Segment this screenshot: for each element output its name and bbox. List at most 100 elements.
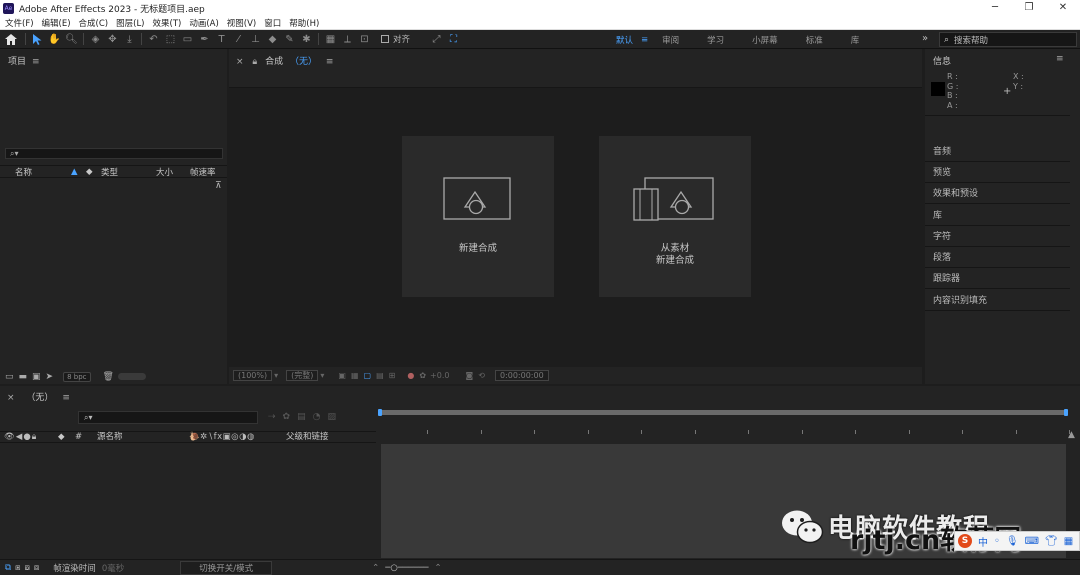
workspace-learn[interactable]: 学习	[707, 34, 724, 46]
view-axis-icon[interactable]: ⊡	[356, 31, 373, 48]
menu-window[interactable]: 窗口	[264, 17, 281, 29]
region-of-interest-icon[interactable]: ▤	[376, 371, 384, 380]
zoom-in-icon[interactable]: ⌃	[434, 563, 441, 573]
menu-edit[interactable]: 编辑(E)	[42, 17, 71, 29]
render-time-icon[interactable]: ⧈	[34, 563, 39, 573]
exposure-value[interactable]: +0.0	[430, 371, 449, 380]
panel-menu-icon[interactable]: ≡	[1056, 54, 1064, 64]
grid-guides-icon[interactable]: ⊞	[389, 371, 396, 380]
menu-file[interactable]: 文件(F)	[5, 17, 34, 29]
menu-effect[interactable]: 效果(T)	[153, 17, 182, 29]
menu-view[interactable]: 视图(V)	[227, 17, 256, 29]
timeline-tab[interactable]: × （无） ≡	[7, 390, 70, 403]
project-search-input[interactable]: ⌕▾	[5, 148, 223, 159]
fast-preview-icon[interactable]: ▣	[338, 371, 346, 380]
exposure-reset-icon[interactable]: ✿	[419, 371, 426, 380]
workspace-standard[interactable]: 标准	[806, 34, 823, 46]
eraser-tool-icon[interactable]: ◆	[264, 31, 281, 48]
col-fps[interactable]: 帧速率	[190, 166, 216, 178]
panel-menu-icon[interactable]: ≡	[326, 57, 334, 67]
zoom-tool-icon[interactable]: 🔍︎	[63, 31, 80, 48]
workspace-review[interactable]: 审阅	[662, 34, 679, 46]
panel-libraries[interactable]: 库	[925, 206, 1070, 226]
skin-icon[interactable]: 👕︎	[1045, 536, 1058, 547]
timeline-search-input[interactable]: ⌕▾	[78, 411, 258, 424]
col-type[interactable]: 类型	[101, 166, 118, 178]
pan-behind-tool-icon[interactable]: ⬚	[162, 31, 179, 48]
resolution-dropdown[interactable]: (完整)	[286, 370, 319, 381]
project-scrollbar[interactable]	[117, 373, 146, 380]
more-workspaces-icon[interactable]: »	[922, 33, 928, 44]
camera-icon[interactable]: ◙	[465, 371, 473, 380]
rotation-tool-icon[interactable]: ↶	[145, 31, 162, 48]
ime-menu-icon[interactable]: ▦	[1064, 536, 1073, 547]
workspace-menu-icon[interactable]: ≡	[641, 35, 648, 45]
snap-icon[interactable]: ⤢	[428, 31, 445, 48]
workspace-small-screen[interactable]: 小屏幕	[752, 34, 778, 46]
workspace-default[interactable]: 默认	[616, 34, 633, 46]
local-axis-icon[interactable]: ▦	[322, 31, 339, 48]
panel-character[interactable]: 字符	[925, 227, 1070, 247]
sogou-ime-icon[interactable]: S	[958, 534, 972, 548]
close-tab-icon[interactable]: ×	[7, 393, 15, 403]
work-area-end-handle[interactable]	[1064, 409, 1068, 416]
layer-switches-toggle-icon[interactable]: ⧉	[5, 563, 11, 573]
new-composition-icon[interactable]: ▣	[32, 372, 41, 382]
new-comp-from-footage-card[interactable]: 从素材 新建合成	[599, 136, 751, 297]
av-switches-icons[interactable]: 👁︎◀︎●🔒︎	[4, 432, 37, 443]
col-source-name[interactable]: 源名称	[97, 432, 123, 443]
panel-menu-icon[interactable]: ≡	[32, 57, 40, 67]
rectangle-tool-icon[interactable]: ▭	[179, 31, 196, 48]
layer-switches-icons[interactable]: 🐌✲∖fx▣◎◑◍	[189, 432, 255, 443]
in-out-icon[interactable]: ⧇	[24, 563, 29, 573]
close-icon[interactable]: ✕	[1046, 0, 1080, 16]
ime-language-toggle[interactable]: 中	[978, 534, 988, 549]
brush-tool-icon[interactable]: ⁄	[230, 31, 247, 48]
workspace-libraries[interactable]: 库	[851, 34, 860, 46]
label-tag-icon[interactable]: ◆	[86, 167, 93, 177]
roto-brush-tool-icon[interactable]: ✎	[281, 31, 298, 48]
panel-content-aware-fill[interactable]: 内容识别填充	[925, 291, 1070, 311]
magnification-dropdown[interactable]: (100%)	[233, 370, 273, 381]
sort-ascending-icon[interactable]: ▲	[71, 167, 78, 177]
project-bpc[interactable]: 8 bpc	[63, 371, 91, 382]
lock-icon[interactable]: 🔒︎	[252, 57, 257, 67]
color-channels-icon[interactable]: ●	[407, 371, 414, 380]
close-tab-icon[interactable]: ×	[236, 57, 244, 67]
panel-effects-presets[interactable]: 效果和预设	[925, 184, 1070, 204]
hand-tool-icon[interactable]: ✋	[46, 31, 63, 48]
type-tool-icon[interactable]: T	[213, 31, 230, 48]
panel-audio[interactable]: 音频	[925, 142, 1070, 162]
timeline-zoom-slider[interactable]: ─○──────	[385, 563, 428, 573]
delete-icon[interactable]: 🗑︎	[103, 372, 114, 382]
snapshot-icon[interactable]: ⟲	[478, 371, 485, 380]
minimize-icon[interactable]: ─	[978, 0, 1012, 16]
col-size[interactable]: 大小	[156, 166, 173, 178]
timeline-switch-icons[interactable]: ⇢✿▤◔▨	[268, 412, 343, 422]
align-checkbox[interactable]: 对齐	[381, 33, 410, 45]
puppet-tool-icon[interactable]: ✱	[298, 31, 315, 48]
panel-paragraph[interactable]: 段落	[925, 248, 1070, 268]
interpret-footage-icon[interactable]: ▭	[5, 372, 14, 382]
work-area-bar[interactable]	[378, 409, 1068, 416]
work-area-start-handle[interactable]	[378, 409, 382, 416]
col-name[interactable]: 名称	[15, 166, 32, 178]
restore-icon[interactable]: ❐	[1012, 0, 1046, 16]
new-composition-card[interactable]: 新建合成	[402, 136, 554, 297]
snapping-toggle-icon[interactable]: ⛶	[445, 31, 462, 48]
current-time-display[interactable]: 0:00:00:00	[494, 370, 549, 381]
panel-tracker[interactable]: 跟踪器	[925, 269, 1070, 289]
selection-tool-icon[interactable]	[29, 31, 46, 48]
col-parent-link[interactable]: 父级和链接	[286, 432, 329, 443]
flowchart-icon[interactable]: ⊼	[215, 181, 222, 191]
voice-input-icon[interactable]: 🎙︎	[1006, 536, 1019, 547]
pan-camera-icon[interactable]: ✥	[104, 31, 121, 48]
composition-tab[interactable]: × 🔒︎ 合成 （无） ≡	[236, 54, 333, 67]
pen-tool-icon[interactable]: ✒	[196, 31, 213, 48]
panel-menu-icon[interactable]: ≡	[62, 393, 70, 403]
world-axis-icon[interactable]: ⟂	[339, 31, 356, 48]
time-ruler[interactable]	[379, 426, 1070, 438]
panel-preview[interactable]: 预览	[925, 163, 1070, 183]
home-icon[interactable]	[0, 31, 22, 48]
transfer-controls-icon[interactable]: ⧆	[15, 563, 20, 573]
